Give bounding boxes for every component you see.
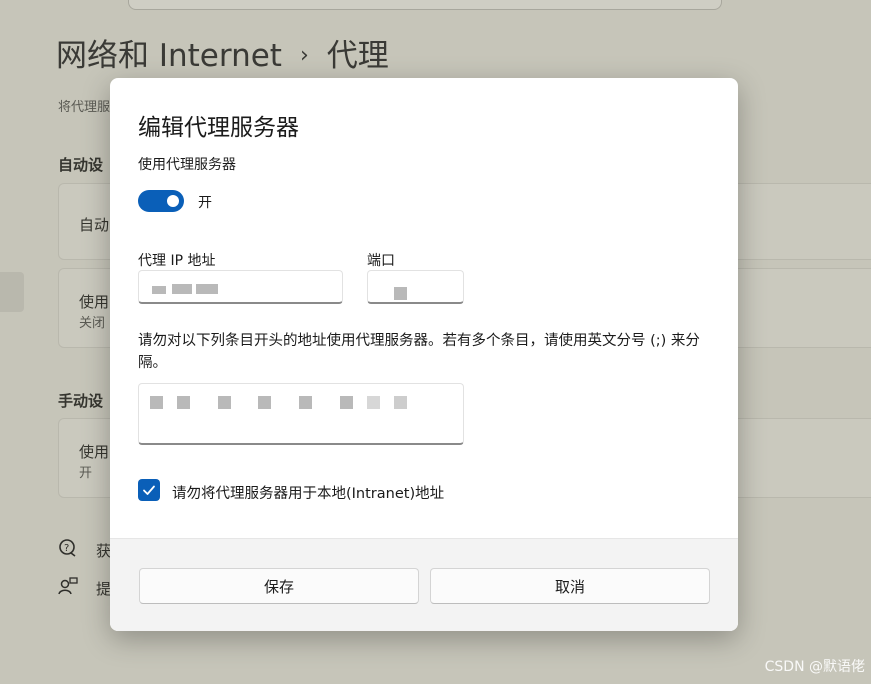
bypass-local-checkbox[interactable] bbox=[138, 479, 160, 501]
redacted-ip-block bbox=[196, 284, 218, 294]
redacted-exceptions-block bbox=[218, 396, 231, 409]
port-input[interactable] bbox=[367, 270, 464, 304]
proxy-ip-input[interactable] bbox=[138, 270, 343, 304]
setup-script-title: 使用 bbox=[79, 293, 110, 311]
redacted-exceptions-block bbox=[177, 396, 190, 409]
redacted-exceptions-block bbox=[394, 396, 407, 409]
manual-proxy-title: 使用 bbox=[79, 443, 110, 461]
save-button[interactable]: 保存 bbox=[139, 568, 419, 604]
sidebar-selection-indicator bbox=[0, 272, 24, 312]
manual-proxy-status: 开 bbox=[79, 466, 93, 481]
watermark: CSDN @默语佬 bbox=[764, 659, 865, 675]
bypass-local-label: 请勿将代理服务器用于本地(Intranet)地址 bbox=[172, 486, 445, 502]
redacted-ip-block bbox=[152, 286, 166, 294]
feedback-link: 提 bbox=[96, 580, 112, 598]
help-icon: ? bbox=[58, 538, 80, 560]
help-link: 获 bbox=[96, 542, 112, 560]
dialog-footer: 保存 取消 bbox=[110, 538, 738, 631]
feedback-icon bbox=[58, 576, 80, 598]
edit-proxy-dialog: 编辑代理服务器 使用代理服务器 开 代理 IP 地址 端口 请勿对以下列条目开头… bbox=[110, 78, 738, 631]
breadcrumb-current: 代理 bbox=[326, 38, 389, 74]
redacted-exceptions-block bbox=[150, 396, 163, 409]
page-description: 将代理服 bbox=[58, 100, 111, 115]
redacted-exceptions-block bbox=[258, 396, 271, 409]
redacted-exceptions-block bbox=[299, 396, 312, 409]
cancel-button[interactable]: 取消 bbox=[430, 568, 710, 604]
toggle-state-label: 开 bbox=[198, 195, 212, 211]
exceptions-description: 请勿对以下列条目开头的地址使用代理服务器。若有多个条目，请使用英文分号 (;) … bbox=[138, 333, 700, 371]
redacted-port-block bbox=[394, 287, 407, 300]
checkmark-icon bbox=[143, 485, 155, 495]
page-title: 网络和 Internet › 代理 bbox=[56, 30, 389, 75]
exceptions-input[interactable] bbox=[138, 383, 464, 445]
breadcrumb-separator-icon: › bbox=[299, 43, 309, 68]
search-box bbox=[128, 0, 722, 10]
use-proxy-label: 使用代理服务器 bbox=[138, 157, 236, 173]
setup-script-status: 关闭 bbox=[79, 316, 106, 331]
redacted-exceptions-block bbox=[367, 396, 380, 409]
redacted-exceptions-block bbox=[340, 396, 353, 409]
proxy-ip-label: 代理 IP 地址 bbox=[138, 253, 216, 269]
section-auto-heading: 自动设 bbox=[58, 156, 104, 174]
redacted-ip-block bbox=[172, 284, 192, 294]
breadcrumb-parent: 网络和 Internet bbox=[56, 38, 282, 74]
section-manual-heading: 手动设 bbox=[58, 392, 104, 410]
toggle-knob bbox=[167, 195, 179, 207]
port-label: 端口 bbox=[367, 253, 395, 269]
svg-text:?: ? bbox=[64, 543, 69, 554]
auto-detect-title: 自动 bbox=[79, 216, 110, 234]
dialog-title: 编辑代理服务器 bbox=[138, 115, 299, 141]
use-proxy-toggle[interactable] bbox=[138, 190, 184, 212]
